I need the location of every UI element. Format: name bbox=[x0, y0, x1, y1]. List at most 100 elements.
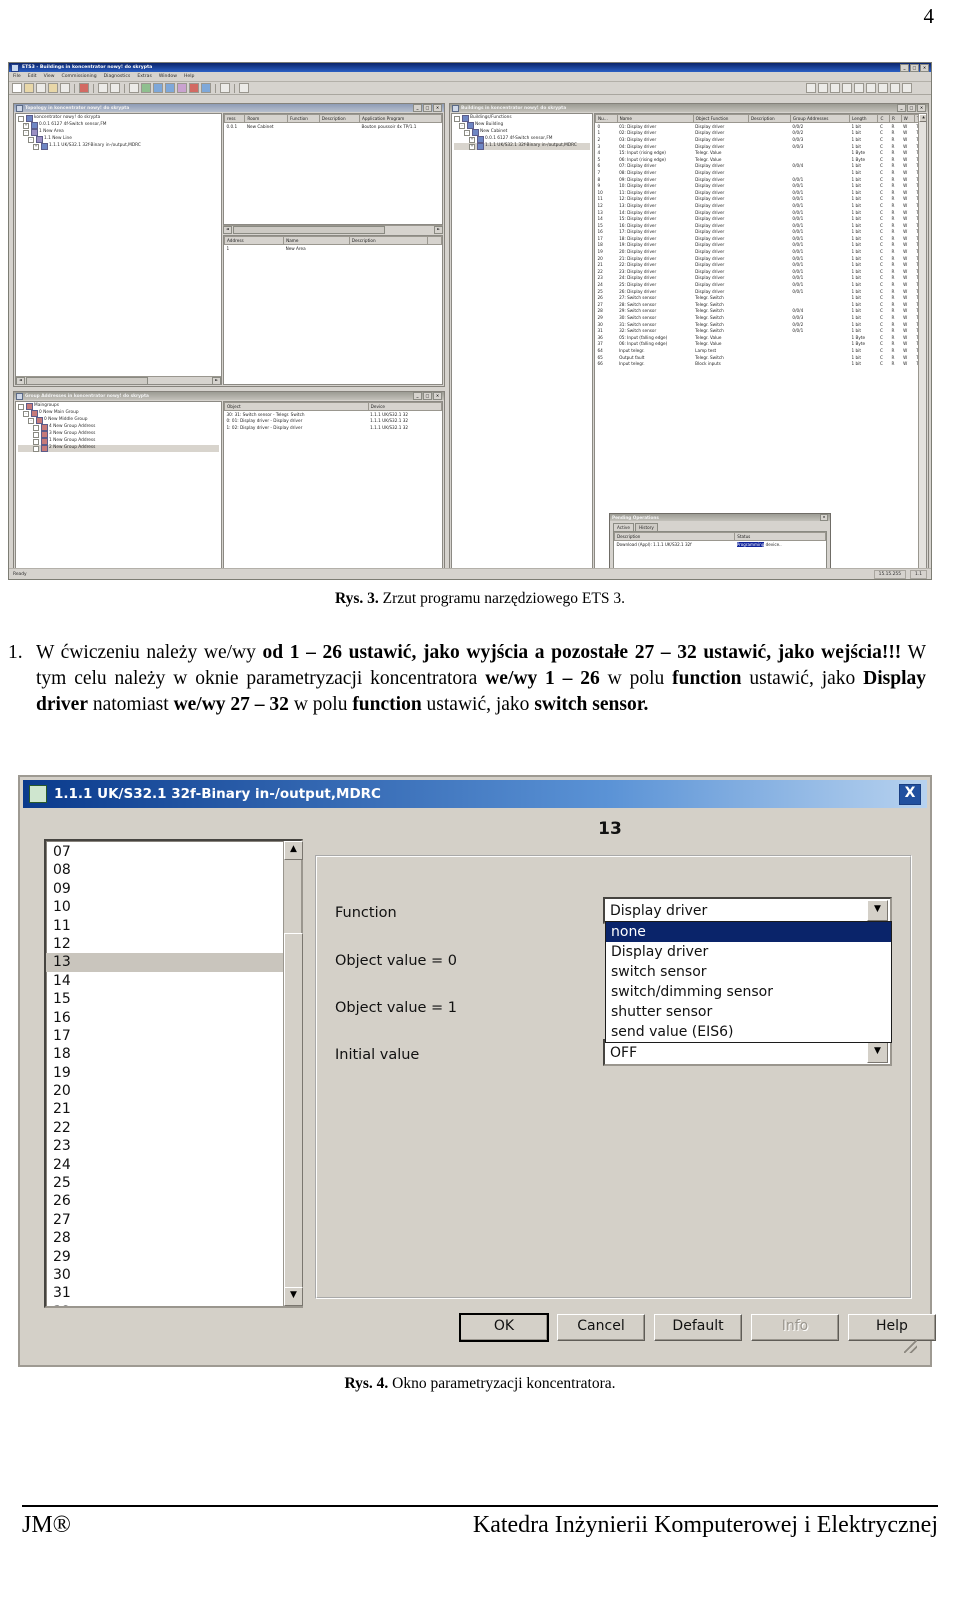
buildings-window-controls[interactable]: _ □ ✕ bbox=[897, 104, 926, 112]
chevron-down-icon[interactable] bbox=[36, 83, 46, 93]
buildings-view-icon[interactable] bbox=[177, 83, 187, 93]
tree-item[interactable]: koncentrator nowy! do skrypta bbox=[18, 115, 219, 122]
channel-item[interactable]: 28 bbox=[46, 1229, 283, 1247]
expander-icon[interactable]: - bbox=[464, 129, 470, 136]
channel-item[interactable]: 09 bbox=[46, 880, 283, 898]
tree-item[interactable]: - 0 New Middle Group bbox=[18, 417, 219, 424]
table-row[interactable]: 25 26: Display driver Display driver 0/0/1 1… bbox=[596, 288, 926, 295]
print-icon[interactable] bbox=[220, 83, 230, 93]
table-row[interactable]: 12 13: Display driver Display driver 0/0/1 1… bbox=[596, 202, 926, 209]
commission-icon-4[interactable] bbox=[842, 83, 852, 93]
default-button[interactable]: Default bbox=[654, 1314, 742, 1341]
pending-operations-tabs[interactable]: Active History bbox=[610, 521, 830, 531]
scroll-left-arrow-icon[interactable]: ◄ bbox=[223, 226, 232, 234]
channel-item[interactable]: 26 bbox=[46, 1192, 283, 1210]
expander-icon[interactable]: - bbox=[23, 410, 29, 417]
commission-icon-2[interactable] bbox=[818, 83, 828, 93]
table-row[interactable]: 1 New Area bbox=[225, 245, 442, 252]
table-row[interactable]: 30: 31: Switch sensor - Telegr. Switch 1.… bbox=[225, 411, 442, 418]
maximize-icon[interactable]: □ bbox=[907, 104, 916, 112]
minimize-icon[interactable]: _ bbox=[413, 104, 422, 112]
table-row[interactable]: 3 04: Display driver Display driver 0/0/3 1 … bbox=[596, 143, 926, 150]
close-icon[interactable]: ✕ bbox=[433, 392, 442, 400]
help-button[interactable]: Help bbox=[848, 1314, 936, 1341]
table-row[interactable]: 7 08: Display driver Display driver 1 bit C R… bbox=[596, 169, 926, 176]
minimize-icon[interactable]: _ bbox=[413, 392, 422, 400]
find-icon[interactable] bbox=[141, 83, 151, 93]
table-row[interactable]: 26 27: Switch sensor Telegr. Switch 1 bit C R… bbox=[596, 294, 926, 301]
delete-icon[interactable] bbox=[79, 83, 89, 93]
table-row[interactable]: 1 02: Display driver Display driver 0/0/2 1 … bbox=[596, 130, 926, 137]
topology-view-icon[interactable] bbox=[165, 83, 175, 93]
menu-item-view[interactable]: View bbox=[44, 74, 55, 79]
new-icon[interactable] bbox=[12, 83, 22, 93]
channel-item[interactable]: 30 bbox=[46, 1266, 283, 1284]
channel-item[interactable]: 29 bbox=[46, 1248, 283, 1266]
expander-icon[interactable] bbox=[33, 438, 39, 445]
table-row[interactable]: 11 12: Display driver Display driver 0/0/1 1… bbox=[596, 196, 926, 203]
table-row[interactable]: 20 21: Display driver Display driver 0/0/1 1… bbox=[596, 255, 926, 262]
table-row[interactable]: 64Input telegr.Lamp test1 bitCRWT bbox=[596, 347, 926, 354]
table-row[interactable]: 17 18: Display driver Display driver 0/0/1 1… bbox=[596, 235, 926, 242]
channel-item[interactable]: 23 bbox=[46, 1137, 283, 1155]
commission-icon-9[interactable] bbox=[902, 83, 912, 93]
channel-item[interactable]: 10 bbox=[46, 898, 283, 916]
scroll-left-arrow-icon[interactable]: ◄ bbox=[16, 376, 25, 384]
table-row[interactable]: 19 20: Display driver Display driver 0/0/1 1… bbox=[596, 248, 926, 255]
table-row[interactable]: 14 15: Display driver Display driver 0/0/1 1… bbox=[596, 215, 926, 222]
channel-item[interactable]: 07 bbox=[46, 843, 283, 861]
group-addresses-table[interactable]: Object Device 30: 31: Switch sensor - Tel… bbox=[224, 402, 442, 431]
commission-icon-6[interactable] bbox=[866, 83, 876, 93]
menu-item-file[interactable]: File bbox=[13, 74, 21, 79]
tree-item[interactable]: Maingroups bbox=[18, 403, 219, 410]
commission-icon-7[interactable] bbox=[878, 83, 888, 93]
table-row[interactable]: 65Output faultTelegr. Switch1 bitCRWT bbox=[596, 354, 926, 361]
tree-item[interactable]: +1.1.1 UK/S32.1 32f-Binary in-/output,MD… bbox=[18, 143, 219, 150]
topology-table-bottom[interactable]: Address Name Description 1 New Area bbox=[224, 236, 442, 252]
expander-icon[interactable] bbox=[33, 445, 39, 452]
expander-icon[interactable] bbox=[454, 115, 460, 122]
buildings-table-vscrollbar[interactable]: ▲ bbox=[918, 114, 926, 570]
menu-item-commissioning[interactable]: Commissioning bbox=[62, 74, 97, 79]
scrollbar-thumb[interactable] bbox=[284, 933, 303, 1295]
dropdown-option[interactable]: none bbox=[606, 922, 891, 942]
table-row[interactable]: 22 23: Display driver Display driver 0/0/1 1… bbox=[596, 268, 926, 275]
pending-operations-grid[interactable]: Description Status Download (Appl): 1.1.1… bbox=[613, 531, 827, 571]
tree-item[interactable]: - 0 New Main Group bbox=[18, 410, 219, 417]
window-controls[interactable]: _ □ ✕ bbox=[900, 63, 929, 72]
expander-icon[interactable] bbox=[18, 403, 24, 410]
report-view-icon[interactable] bbox=[201, 83, 211, 93]
dropdown-option[interactable]: switch sensor bbox=[606, 962, 891, 982]
channel-item[interactable]: 32 bbox=[46, 1303, 283, 1306]
expander-icon[interactable] bbox=[33, 424, 39, 431]
scroll-up-arrow-icon[interactable]: ▲ bbox=[284, 841, 303, 860]
table-row[interactable]: 28 29: Switch sensor Telegr. Switch 0/0/4 1 … bbox=[596, 308, 926, 315]
scroll-right-arrow-icon[interactable]: ► bbox=[212, 376, 221, 384]
table-row[interactable]: 5 06: Input (rising edge) Telegr. Value 1 B… bbox=[596, 156, 926, 163]
tree-item[interactable]: 3 New Group Address bbox=[18, 431, 219, 438]
channel-item[interactable]: 19 bbox=[46, 1064, 283, 1082]
table-row[interactable]: 23 24: Display driver Display driver 0/0/1 1… bbox=[596, 275, 926, 282]
expander-icon[interactable]: - bbox=[28, 417, 34, 424]
tree-item[interactable]: - 1.1 New Line bbox=[18, 136, 219, 143]
expander-icon[interactable]: + bbox=[23, 122, 29, 129]
expander-icon[interactable]: - bbox=[23, 129, 29, 136]
channel-item[interactable]: 25 bbox=[46, 1174, 283, 1192]
function-dropdown-list[interactable]: none Display driver switch sensor switch/di… bbox=[605, 921, 892, 1043]
table-row[interactable]: 21 22: Display driver Display driver 0/0/1 1… bbox=[596, 261, 926, 268]
channel-item[interactable]: 08 bbox=[46, 861, 283, 879]
group-addresses-window-controls[interactable]: _ □ ✕ bbox=[413, 392, 442, 400]
channel-item[interactable]: 14 bbox=[46, 972, 283, 990]
resize-grip[interactable] bbox=[904, 1340, 917, 1353]
close-icon[interactable]: ✕ bbox=[433, 104, 442, 112]
channel-item[interactable]: 18 bbox=[46, 1045, 283, 1063]
table-row[interactable]: 2 03: Display driver Display driver 0/0/3 1 … bbox=[596, 136, 926, 143]
topology-tree-hscrollbar[interactable]: ◄ ► bbox=[16, 376, 221, 384]
menu-item-diagnostics[interactable]: Diagnostics bbox=[104, 74, 131, 79]
figure-parameter-dialog[interactable]: 1.1.1 UK/S32.1 32f-Binary in-/output,MDR… bbox=[18, 775, 936, 1367]
topology-top-hscrollbar[interactable]: ◄ ► bbox=[223, 225, 443, 234]
table-row[interactable]: 8 09: Display driver Display driver 0/0/1 1 … bbox=[596, 176, 926, 183]
channel-item[interactable]: 11 bbox=[46, 917, 283, 935]
undo-icon[interactable] bbox=[98, 83, 108, 93]
chevron-down-icon[interactable]: ▼ bbox=[867, 900, 888, 921]
